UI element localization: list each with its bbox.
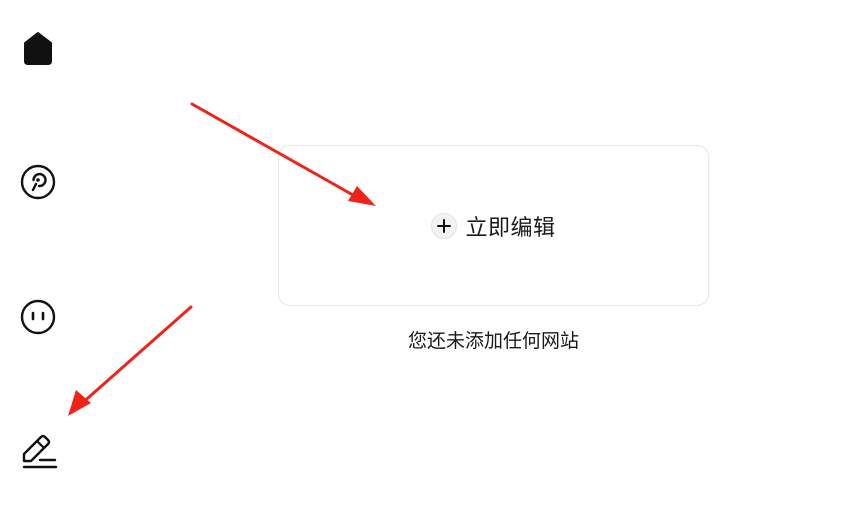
empty-state-message: 您还未添加任何网站 <box>407 330 579 352</box>
sidebar-item-home[interactable] <box>16 26 60 70</box>
edit-now-button[interactable]: 立即编辑 <box>431 210 555 242</box>
sidebar-item-chat[interactable] <box>16 295 60 339</box>
edit-pen-icon <box>22 434 58 469</box>
sidebar-item-edit[interactable] <box>16 429 60 473</box>
edit-now-label: 立即编辑 <box>465 215 556 241</box>
annotation-arrow-to-edit <box>68 305 193 416</box>
home-icon <box>24 32 52 65</box>
page: 立即编辑 您还未添加任何网站 <box>0 0 847 510</box>
emoji-face-icon <box>20 299 56 335</box>
sidebar-item-discover[interactable] <box>16 160 60 204</box>
plus-icon <box>431 212 458 239</box>
add-website-card[interactable]: 立即编辑 <box>278 145 709 306</box>
compass-icon <box>20 164 56 200</box>
